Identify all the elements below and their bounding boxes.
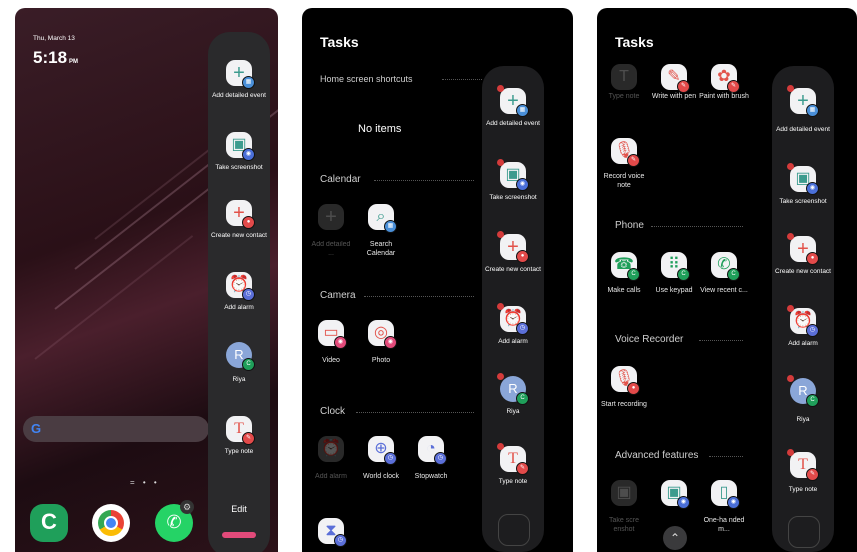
- panel-label: Riya: [232, 376, 246, 383]
- clock-time: 5:18 PM: [33, 48, 78, 68]
- divider: [699, 340, 743, 341]
- google-icon: G: [31, 421, 42, 436]
- task-label: Photo: [371, 357, 391, 364]
- divider: [651, 226, 743, 227]
- task-label: One-ha nded m...: [703, 517, 745, 533]
- tasks-screen-2: Tasks T Type note ✎ ✎ Write with pen ✿ ✎ P…: [597, 8, 857, 552]
- panel-label: Create new contact: [484, 266, 541, 273]
- task-label: Make calls: [607, 287, 641, 294]
- section-home-shortcuts: Home screen shortcuts: [320, 74, 413, 84]
- scroll-up-icon[interactable]: ⌃: [663, 526, 687, 550]
- task-label: Search Calendar: [366, 241, 396, 257]
- remove-icon[interactable]: [497, 85, 504, 92]
- panel-label: Riya: [506, 408, 520, 415]
- phone-app-icon[interactable]: C: [30, 504, 68, 542]
- empty-slot[interactable]: [788, 516, 820, 548]
- divider: [356, 412, 474, 413]
- edge-panel-edit: + ▦ Add detailed event ▣ ◉ Take screenshot…: [482, 66, 544, 552]
- divider: [374, 180, 474, 181]
- panel-label: Type note: [498, 478, 528, 485]
- task-label: Video: [322, 357, 340, 364]
- section-calendar: Calendar: [320, 174, 361, 185]
- task-label: Use keypad: [655, 287, 693, 294]
- task-label: Paint with brush: [699, 93, 749, 100]
- task-label: Add detailed ...: [311, 241, 351, 257]
- task-label: Stopwatch: [414, 473, 448, 480]
- date-label: Thu, March 13: [33, 35, 75, 42]
- chrome-app-icon[interactable]: [92, 504, 130, 542]
- panel-label: Add detailed event: [212, 92, 266, 99]
- page-title: Tasks: [615, 34, 654, 50]
- ampm-label: PM: [69, 59, 79, 65]
- divider: [364, 296, 474, 297]
- remove-icon[interactable]: [787, 163, 794, 170]
- tasks-screen-1: Tasks Home screen shortcuts No items Cal…: [302, 8, 573, 552]
- task-label: World clock: [362, 473, 400, 480]
- panel-label: Create new contact: [774, 268, 831, 275]
- panel-label: Add detailed event: [776, 126, 830, 133]
- panel-label: Add alarm: [224, 304, 254, 311]
- empty-slot[interactable]: [498, 514, 530, 546]
- panel-label: Riya: [796, 416, 810, 423]
- panel-label: Add detailed event: [486, 120, 540, 127]
- panel-label: Add alarm: [788, 340, 818, 347]
- task-label: Add alarm: [315, 473, 347, 480]
- remove-icon[interactable]: [787, 233, 794, 240]
- remove-icon[interactable]: [787, 449, 794, 456]
- section-camera: Camera: [320, 290, 356, 301]
- remove-icon[interactable]: [497, 443, 504, 450]
- gear-icon[interactable]: ⚙: [180, 500, 194, 514]
- remove-icon[interactable]: [497, 373, 504, 380]
- time-value: 5:18: [33, 48, 68, 67]
- panel-handle[interactable]: [222, 532, 256, 538]
- remove-icon[interactable]: [787, 375, 794, 382]
- no-items-text: No items: [358, 123, 402, 135]
- task-label: Take scre enshot: [609, 517, 639, 533]
- home-screen: Thu, March 13 5:18 PM G = • • C ✆ ⚙ + ▦ Ad…: [15, 8, 278, 552]
- divider: [709, 456, 743, 457]
- panel-label: Take screenshot: [779, 198, 827, 205]
- edge-panel-edit: + ▦ Add detailed event ▣ ◉ Take screenshot…: [772, 66, 834, 552]
- panel-label: Add alarm: [498, 338, 528, 345]
- task-label: Start recording: [601, 401, 647, 408]
- section-phone: Phone: [615, 220, 644, 231]
- google-search-bar[interactable]: G: [23, 416, 209, 442]
- remove-icon[interactable]: [497, 303, 504, 310]
- section-clock: Clock: [320, 406, 346, 417]
- edit-button[interactable]: Edit: [208, 504, 270, 514]
- panel-label: Create new contact: [210, 232, 267, 239]
- panel-label: Type note: [224, 448, 254, 455]
- wallpaper-streak: [34, 235, 194, 360]
- task-label: Type note: [608, 93, 640, 100]
- page-title: Tasks: [320, 34, 359, 50]
- task-label: View recent c...: [700, 287, 748, 294]
- divider: [442, 79, 482, 80]
- remove-icon[interactable]: [787, 85, 794, 92]
- page-indicator: = • •: [130, 478, 160, 487]
- panel-label: Type note: [788, 486, 818, 493]
- section-voice-recorder: Voice Recorder: [615, 334, 684, 345]
- panel-label: Take screenshot: [215, 164, 263, 171]
- edge-panel: + ▦ Add detailed event ▣ ◉ Take screenshot…: [208, 32, 270, 552]
- remove-icon[interactable]: [787, 305, 794, 312]
- task-label: Write with pen: [651, 93, 697, 100]
- remove-icon[interactable]: [497, 159, 504, 166]
- remove-icon[interactable]: [497, 231, 504, 238]
- task-label: Record voice note: [603, 173, 645, 189]
- panel-label: Take screenshot: [489, 194, 537, 201]
- section-advanced-features: Advanced features: [615, 450, 699, 461]
